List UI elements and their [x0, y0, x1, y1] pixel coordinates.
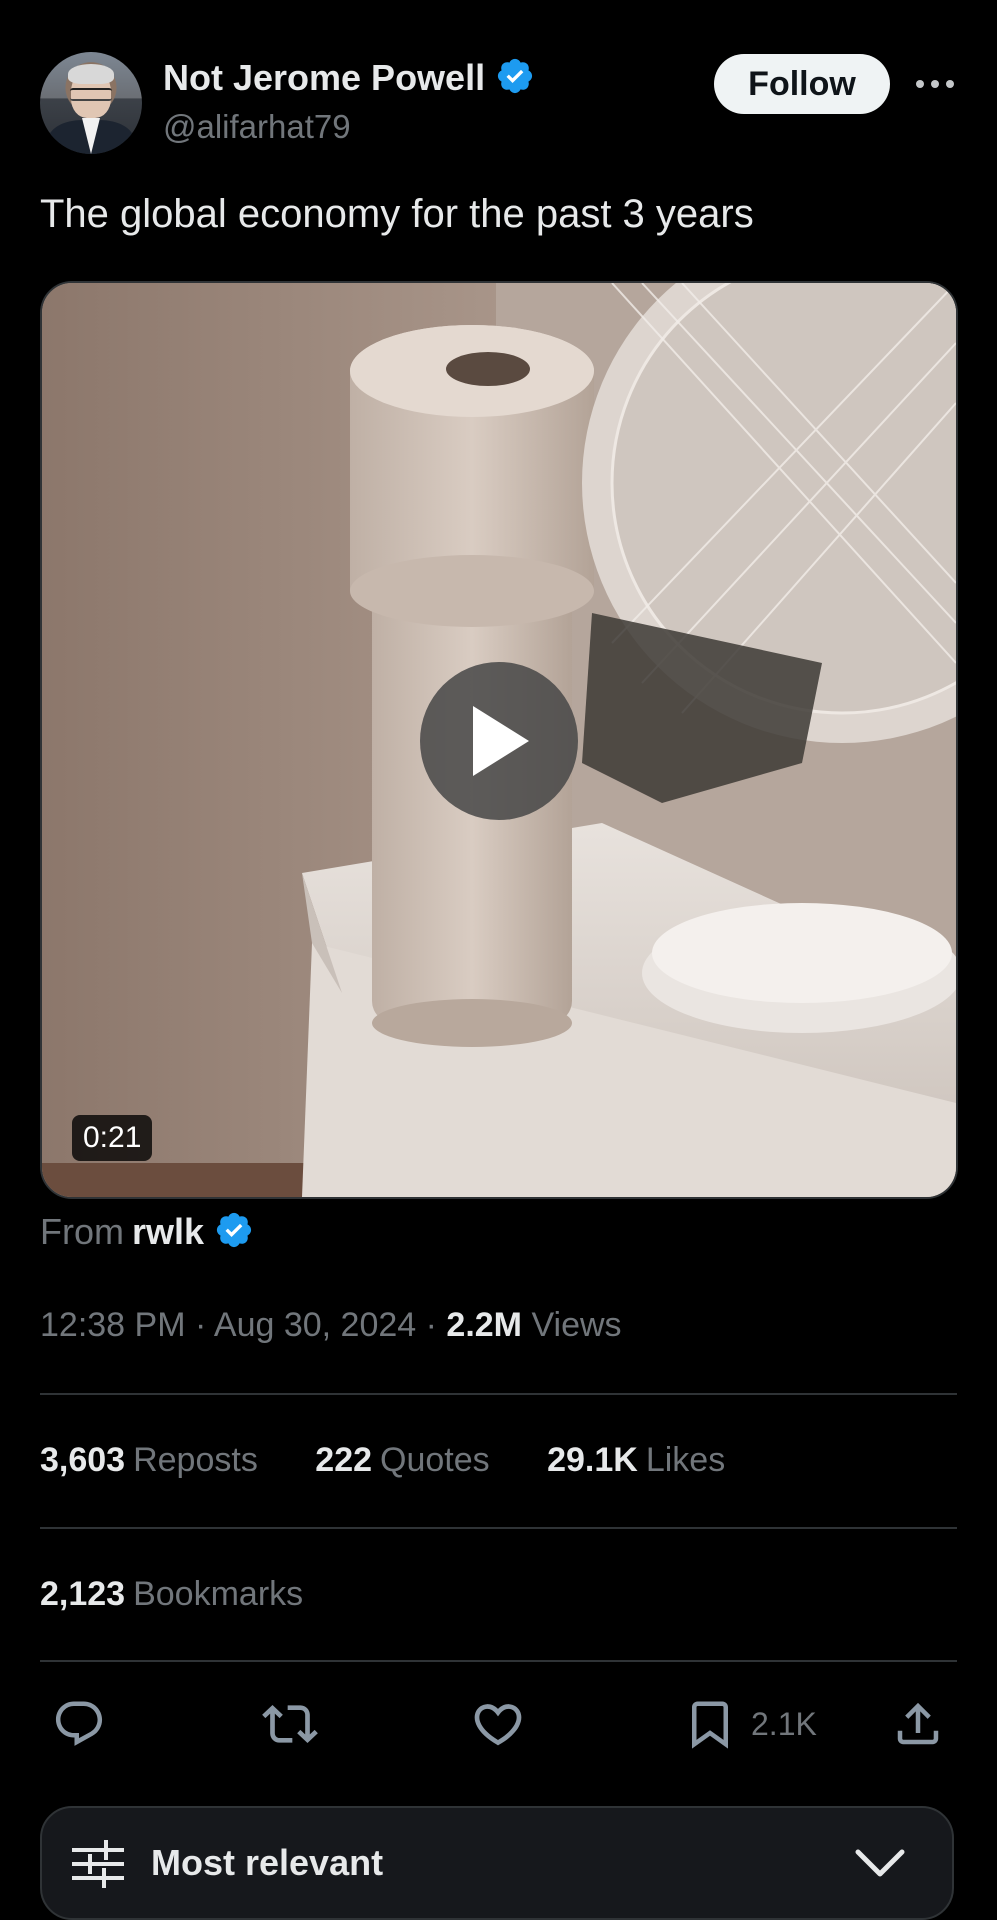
heart-icon: [474, 1704, 522, 1746]
engagement-stats: 3,603 Reposts 222 Quotes 29.1K Likes: [40, 1441, 773, 1480]
play-icon: [473, 706, 529, 776]
divider: [40, 1527, 957, 1529]
share-icon: [897, 1702, 939, 1745]
bookmarks-label: Bookmarks: [133, 1575, 304, 1613]
more-options-icon[interactable]: [910, 62, 960, 106]
divider: [40, 1393, 957, 1395]
author-handle[interactable]: @alifarhat79: [163, 108, 351, 146]
reposts-stat[interactable]: 3,603 Reposts: [40, 1441, 258, 1479]
verified-badge-icon: [214, 1210, 254, 1259]
bookmarks-count: 2,123: [40, 1575, 126, 1613]
tweet-text: The global economy for the past 3 years: [40, 192, 754, 236]
views-label: Views: [531, 1306, 622, 1344]
verified-badge-icon: [495, 56, 535, 105]
avatar[interactable]: [40, 52, 142, 154]
tweet-date[interactable]: Aug 30, 2024: [214, 1306, 416, 1344]
play-button[interactable]: [420, 662, 578, 820]
chevron-down-icon[interactable]: [854, 1846, 906, 1885]
sliders-icon: [72, 1838, 124, 1895]
reply-icon: [55, 1701, 103, 1746]
views-count: 2.2M: [446, 1306, 523, 1344]
tweet-meta: 12:38 PM · Aug 30, 2024 · 2.2M Views: [40, 1306, 622, 1345]
bookmarks-stat: 2,123 Bookmarks: [40, 1575, 303, 1614]
like-button[interactable]: [470, 1696, 526, 1752]
sort-label[interactable]: Most relevant: [151, 1842, 383, 1884]
from-user-link[interactable]: rwlk: [132, 1211, 204, 1252]
author-display-name[interactable]: Not Jerome Powell: [163, 57, 485, 98]
meta-separator: ·: [194, 1306, 207, 1344]
author-name[interactable]: Not Jerome Powell: [163, 56, 535, 105]
meta-separator: ·: [425, 1306, 437, 1344]
reply-button[interactable]: [52, 1696, 106, 1752]
bookmark-count: 2.1K: [751, 1705, 817, 1742]
video-duration: 0:21: [72, 1115, 153, 1161]
from-prefix: From: [40, 1211, 124, 1253]
repost-icon: [262, 1705, 318, 1743]
repost-button[interactable]: [262, 1696, 318, 1752]
follow-button[interactable]: Follow: [714, 54, 890, 114]
quotes-stat[interactable]: 222 Quotes: [315, 1441, 489, 1479]
from-attribution: From rwlk: [40, 1210, 254, 1259]
bookmark-icon: [692, 1701, 728, 1749]
bookmark-button[interactable]: 2.1K: [683, 1696, 817, 1752]
tweet-time[interactable]: 12:38 PM: [40, 1306, 186, 1344]
likes-stat[interactable]: 29.1K Likes: [547, 1441, 725, 1479]
divider: [40, 1660, 957, 1662]
share-button[interactable]: [891, 1696, 945, 1752]
